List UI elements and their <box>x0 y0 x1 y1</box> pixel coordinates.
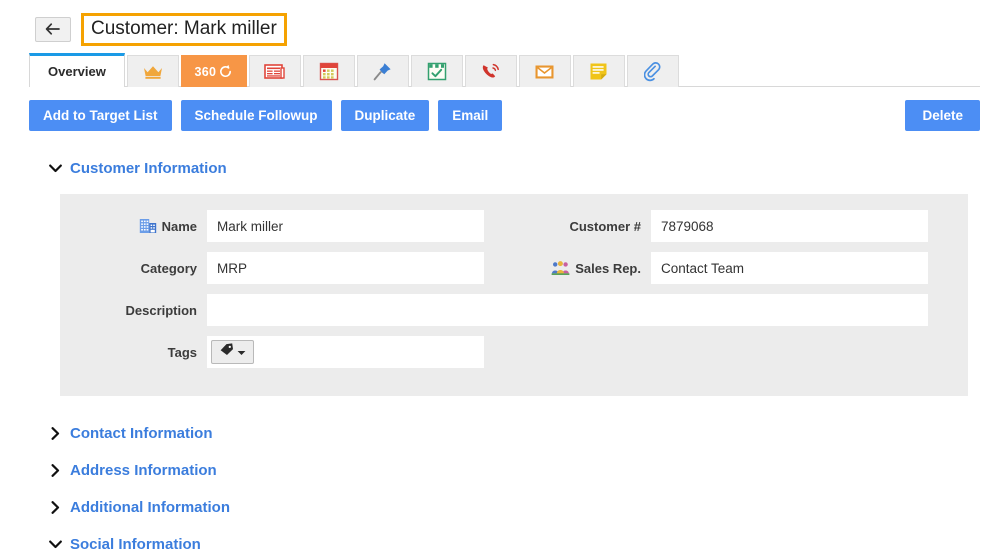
customer-information-panel: Name Mark miller Customer # 7879068 Cate… <box>60 194 968 396</box>
section-title-additional-information: Additional Information <box>70 498 230 516</box>
phone-call-icon <box>480 62 501 81</box>
field-tags: Tags <box>60 336 484 368</box>
chevron-right-icon <box>48 426 62 440</box>
section-title-address-information: Address Information <box>70 461 217 479</box>
task-check-icon <box>427 62 447 81</box>
field-name-labelwrap: Name <box>60 218 207 234</box>
sales-rep-input[interactable]: Contact Team <box>651 252 928 284</box>
field-sales-rep: Sales Rep. Contact Team <box>484 252 928 284</box>
description-input[interactable] <box>207 294 928 326</box>
field-label-description: Description <box>125 302 197 318</box>
field-sales-rep-labelwrap: Sales Rep. <box>484 261 651 276</box>
field-name: Name Mark miller <box>60 210 484 242</box>
tags-input[interactable] <box>207 336 484 368</box>
office-building-icon <box>139 218 157 234</box>
field-label-name: Name <box>161 218 197 234</box>
field-description-labelwrap: Description <box>60 303 207 318</box>
field-customer-number-labelwrap: Customer # <box>484 219 651 234</box>
field-row-category-salesrep: Category MRP Sales Rep. Contact Team <box>60 252 968 284</box>
section-title-contact-information: Contact Information <box>70 424 213 442</box>
field-row-description: Description <box>60 294 968 326</box>
tab-notes[interactable] <box>572 55 625 87</box>
paperclip-icon <box>643 61 662 82</box>
pushpin-icon <box>372 61 393 82</box>
page-header: Customer: Mark miller <box>0 0 999 46</box>
chevron-down-icon <box>48 161 62 175</box>
field-category: Category MRP <box>60 252 484 284</box>
name-input[interactable]: Mark miller <box>207 210 484 242</box>
field-row-name-customernumber: Name Mark miller Customer # 7879068 <box>60 210 968 242</box>
page-title: Customer: Mark miller <box>81 12 287 46</box>
tab-360[interactable]: 360 <box>180 55 247 87</box>
tag-icon <box>219 343 234 361</box>
field-label-category: Category <box>140 260 197 276</box>
tab-crown[interactable] <box>126 55 179 87</box>
category-input[interactable]: MRP <box>207 252 484 284</box>
tab-calendar[interactable] <box>302 55 355 87</box>
field-label-customer-number: Customer # <box>569 218 641 234</box>
tab-strip: Overview 360 <box>0 51 999 87</box>
crown-icon <box>142 64 164 80</box>
customer-number-input[interactable]: 7879068 <box>651 210 928 242</box>
calendar-icon <box>319 62 339 81</box>
tab-360-label: 360 <box>194 64 217 79</box>
tab-tasks[interactable] <box>410 55 463 87</box>
arrow-left-icon <box>45 22 61 36</box>
field-category-labelwrap: Category <box>60 261 207 276</box>
field-row-tags: Tags <box>60 336 968 368</box>
section-title-customer-information: Customer Information <box>70 159 227 177</box>
section-header-contact-information[interactable]: Contact Information <box>0 418 999 448</box>
section-header-address-information[interactable]: Address Information <box>0 455 999 485</box>
people-group-icon <box>551 260 570 276</box>
field-label-sales-rep: Sales Rep. <box>575 260 641 276</box>
note-icon <box>589 62 608 81</box>
section-header-social-information[interactable]: Social Information <box>0 529 999 550</box>
tab-news[interactable] <box>248 55 301 87</box>
tab-pin[interactable] <box>356 55 409 87</box>
duplicate-button[interactable]: Duplicate <box>340 99 430 131</box>
refresh-circle-icon <box>218 64 233 79</box>
delete-button[interactable]: Delete <box>905 99 980 131</box>
action-bar: Add to Target List Schedule Followup Dup… <box>0 87 999 131</box>
schedule-followup-button[interactable]: Schedule Followup <box>180 99 332 131</box>
newspaper-icon <box>264 63 286 80</box>
back-button[interactable] <box>35 16 71 42</box>
field-customer-number: Customer # 7879068 <box>484 210 928 242</box>
tab-emails[interactable] <box>518 55 571 87</box>
tab-attachments[interactable] <box>626 55 679 87</box>
section-header-customer-information[interactable]: Customer Information <box>0 153 999 183</box>
field-description: Description <box>60 294 928 326</box>
chevron-right-icon <box>48 500 62 514</box>
caret-down-icon <box>237 343 246 361</box>
field-tags-labelwrap: Tags <box>60 345 207 360</box>
field-label-tags: Tags <box>167 344 197 360</box>
chevron-right-icon <box>48 463 62 477</box>
section-header-additional-information[interactable]: Additional Information <box>0 492 999 522</box>
tab-overview-label: Overview <box>48 64 106 79</box>
email-button[interactable]: Email <box>438 99 503 131</box>
chevron-down-icon <box>48 537 62 550</box>
tab-overview[interactable]: Overview <box>29 53 125 87</box>
tags-dropdown-button[interactable] <box>211 340 254 364</box>
tab-calls[interactable] <box>464 55 517 87</box>
add-to-target-list-button[interactable]: Add to Target List <box>29 99 172 131</box>
section-title-social-information: Social Information <box>70 535 201 550</box>
envelope-icon <box>534 64 555 80</box>
